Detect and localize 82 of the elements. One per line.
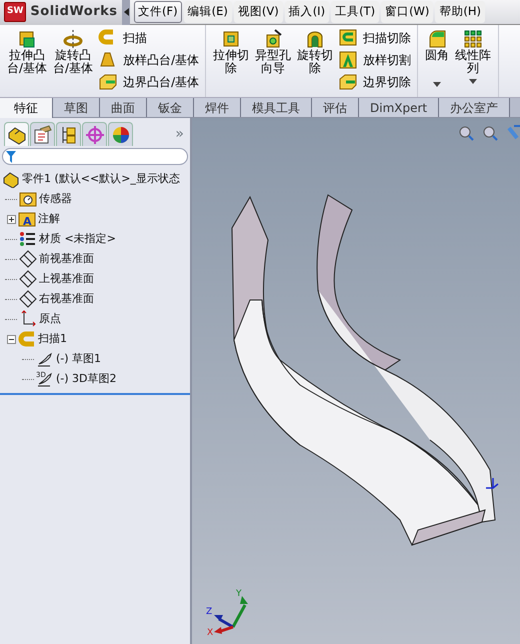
tree-item[interactable]: 扫描1 <box>38 330 67 348</box>
plane-icon <box>19 250 37 268</box>
tree-item[interactable]: 传感器 <box>39 190 72 208</box>
sweep-icon <box>18 330 36 348</box>
fillet-icon <box>427 29 448 49</box>
toolbar-button[interactable]: 扫描 <box>96 27 202 49</box>
axis-label: X <box>207 629 214 638</box>
expand-toggle[interactable] <box>7 334 16 344</box>
toolbar-button[interactable]: 边界切除 <box>336 71 414 93</box>
tab[interactable]: 特征 <box>0 98 53 118</box>
revolve-cut-icon <box>305 29 326 49</box>
sketch-icon <box>36 350 54 368</box>
menu-item[interactable]: 帮助(H) <box>435 1 486 23</box>
part-icon <box>2 170 20 188</box>
graphics-area[interactable]: Y Z X <box>192 118 520 644</box>
tab[interactable]: 曲面 <box>100 98 147 117</box>
tab[interactable]: 模具工具 <box>241 98 312 117</box>
menu-item[interactable]: 文件(F) <box>134 1 182 23</box>
toolbar-button[interactable]: 旋转凸 台/基体 <box>50 27 96 78</box>
pattern-icon <box>463 29 484 49</box>
expand-toggle[interactable] <box>7 214 16 224</box>
tree-item[interactable]: 上视基准面 <box>39 270 94 288</box>
plane-icon <box>19 290 37 308</box>
panel-tab[interactable] <box>30 122 55 146</box>
toolbar-button[interactable]: 放样凸台/基体 <box>96 49 202 71</box>
tab[interactable]: 焊件 <box>194 98 241 117</box>
filter-icon <box>6 150 16 162</box>
tab[interactable]: 草图 <box>53 98 100 117</box>
sensor-folder-icon <box>19 190 37 208</box>
annotation-folder-icon: A <box>18 210 36 228</box>
menu-item[interactable]: 窗口(W) <box>381 1 434 23</box>
origin-icon <box>19 310 37 328</box>
tree-item[interactable]: 材质 <未指定> <box>39 230 116 248</box>
tree-item[interactable]: 右视基准面 <box>39 290 94 308</box>
zoom-to-fit-icon[interactable] <box>460 126 474 141</box>
menu-item[interactable]: 视图(V) <box>234 1 283 23</box>
properties-icon <box>32 124 54 146</box>
toolbar-button[interactable]: 圆角 <box>422 27 452 90</box>
revolve-icon <box>63 29 84 49</box>
collapse-handle[interactable] <box>122 0 130 24</box>
dimension-icon <box>84 124 106 146</box>
panel-tab[interactable] <box>108 122 133 146</box>
loft-cut-icon <box>338 50 358 70</box>
tab[interactable]: DimXpert <box>359 98 440 117</box>
extrude-boss-icon <box>17 29 38 49</box>
tree-item[interactable]: (-) 3D草图2 <box>56 370 117 388</box>
material-icon <box>19 230 37 248</box>
tree-item[interactable]: 前视基准面 <box>39 250 94 268</box>
toolbar-button[interactable]: 旋转切 除 <box>294 27 336 78</box>
menu-item[interactable]: 插入(I) <box>284 1 330 23</box>
toolbar-button[interactable]: 拉伸凸 台/基体 <box>4 27 50 78</box>
extrude-cut-icon <box>221 29 242 49</box>
tree-item[interactable]: 注解 <box>38 210 60 228</box>
tab[interactable]: 评估 <box>312 98 359 117</box>
tree-item[interactable]: 原点 <box>39 310 61 328</box>
zoom-area-icon[interactable] <box>484 126 498 141</box>
logo-badge: SW <box>4 2 26 22</box>
toolbar-button[interactable]: 扫描切除 <box>336 27 414 49</box>
sweep-cut-icon <box>338 28 358 48</box>
toolbar-button[interactable]: 放样切割 <box>336 49 414 71</box>
axis-triad-drawing <box>214 596 248 634</box>
axis-label: Z <box>206 608 212 617</box>
tree-item[interactable]: 零件1 (默认<<默认>_显示状态 <box>22 170 180 188</box>
filter-field[interactable] <box>2 148 188 165</box>
boundary-icon <box>98 72 118 92</box>
origin-marker-icon <box>485 477 499 489</box>
panel-tab[interactable] <box>4 122 29 146</box>
tab[interactable]: 办公室产 <box>439 98 510 117</box>
tab[interactable]: 钣金 <box>147 98 194 117</box>
toolbar-button[interactable]: 异型孔 向导 <box>252 27 294 78</box>
more-button[interactable]: » <box>169 123 190 146</box>
plane-icon <box>19 270 37 288</box>
boundary-cut-icon <box>338 72 358 92</box>
menu-item[interactable]: 编辑(E) <box>184 1 232 23</box>
axis-label: Y <box>236 590 242 599</box>
toolbar-button[interactable]: 拉伸切 除 <box>210 27 252 78</box>
panel-tab[interactable] <box>56 122 81 146</box>
toolbar-button[interactable]: 线性阵 列 <box>452 27 494 86</box>
menu-item[interactable]: 工具(T) <box>331 1 380 23</box>
toolbar-button[interactable]: 边界凸台/基体 <box>96 71 202 93</box>
app-title: SolidWorks <box>30 3 118 22</box>
tree-item[interactable]: (-) 草图1 <box>56 350 102 368</box>
